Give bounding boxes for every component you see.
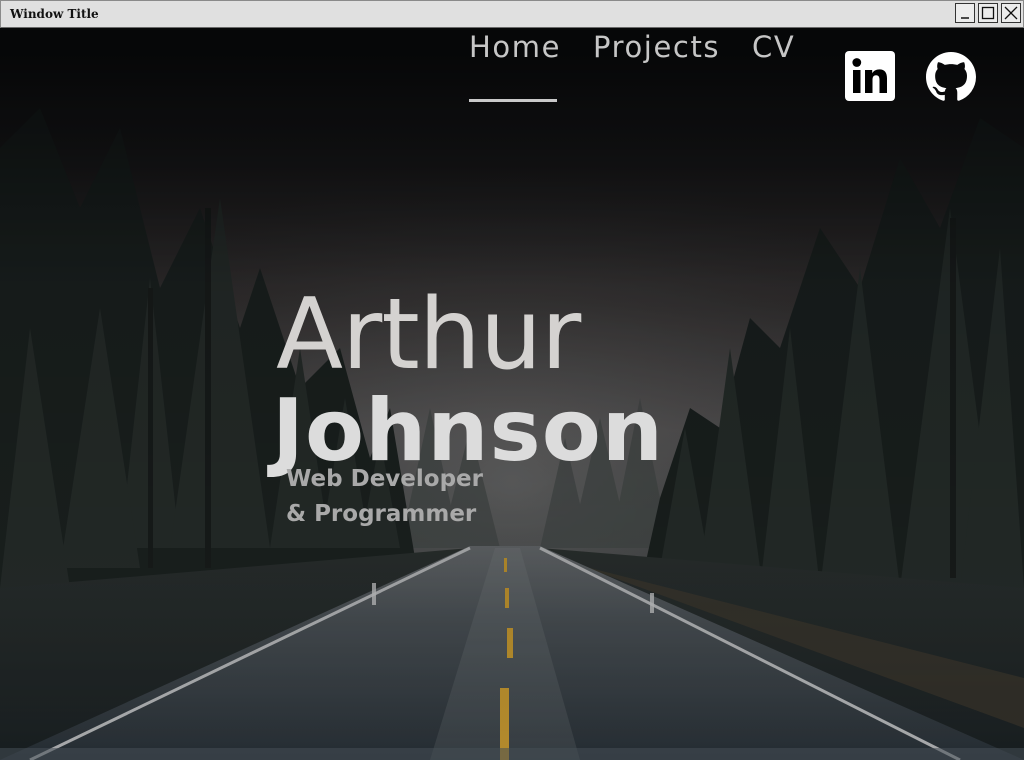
- window-titlebar[interactable]: Window Title: [0, 0, 1024, 28]
- close-button[interactable]: [1001, 3, 1021, 23]
- window-title: Window Title: [10, 7, 99, 21]
- window-controls: [955, 3, 1021, 23]
- browser-window: Window Title Home Projects CV Arthur Joh…: [0, 0, 1024, 760]
- hero-subtitle-line-1: Web Developer: [286, 466, 483, 492]
- maximize-icon: [981, 6, 995, 20]
- github-icon: [926, 52, 976, 101]
- nav-link-projects[interactable]: Projects: [593, 30, 720, 64]
- nav-link-cv[interactable]: CV: [752, 30, 795, 64]
- github-link[interactable]: [926, 52, 976, 102]
- hero-last-name: Johnson: [272, 380, 665, 481]
- maximize-button[interactable]: [978, 3, 998, 23]
- hero-first-name: Arthur: [276, 277, 581, 392]
- linkedin-link[interactable]: [845, 51, 895, 101]
- minimize-button[interactable]: [955, 3, 975, 23]
- nav-link-home[interactable]: Home: [469, 30, 561, 64]
- hero-subtitle-line-2: & Programmer: [286, 501, 477, 527]
- linkedin-icon: [845, 51, 895, 101]
- minimize-icon: [961, 17, 969, 19]
- nav-active-underline: [469, 99, 557, 102]
- bottom-fade-strip: [0, 748, 1024, 760]
- close-icon: [1004, 6, 1018, 20]
